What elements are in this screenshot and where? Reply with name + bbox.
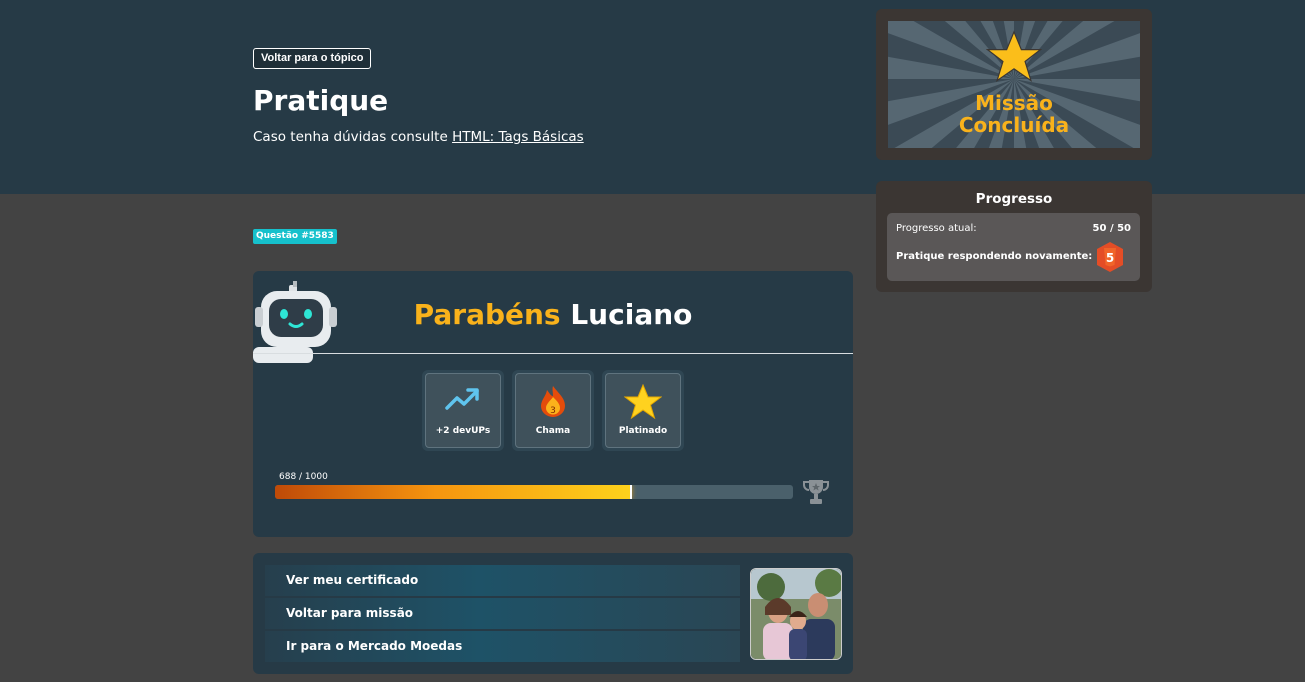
progress-box: Progresso atual: 50 / 50 Pratique respon…	[887, 213, 1140, 281]
reward-label: Chama	[535, 426, 571, 436]
question-badge: Questão #5583	[253, 229, 337, 244]
trending-up-icon	[445, 388, 479, 410]
view-certificate-link[interactable]: Ver meu certificado	[265, 565, 740, 596]
subtitle-text: Caso tenha dúvidas consulte	[253, 129, 453, 145]
back-to-topic-button[interactable]: Voltar para o tópico	[253, 48, 372, 69]
user-name: Luciano	[570, 298, 693, 331]
xp-progress-bar	[275, 485, 793, 499]
reward-chama: 3 Chama	[512, 370, 594, 451]
mission-line-1: Missão	[975, 91, 1053, 115]
mission-line-2: Concluída	[958, 113, 1070, 137]
user-photo	[750, 568, 842, 660]
divider	[253, 353, 853, 354]
progress-current-value: 50 / 50	[1092, 223, 1131, 234]
reward-label: +2 devUPs	[435, 426, 491, 436]
xp-progress-marker	[630, 485, 633, 499]
coin-market-link[interactable]: Ir para o Mercado Moedas	[265, 631, 740, 662]
congrats-title: Parabéns Luciano	[253, 298, 853, 331]
page-subtitle: Caso tenha dúvidas consulte HTML: Tags B…	[253, 129, 584, 145]
practice-again-label: Pratique respondendo novamente:	[896, 251, 1093, 262]
mission-complete-card: Missão Concluída	[876, 9, 1152, 160]
actions-card: Ver meu certificado Voltar para missão I…	[253, 553, 853, 674]
page-title: Pratique	[253, 84, 389, 117]
mission-banner: Missão Concluída	[888, 21, 1140, 148]
flame-count: 3	[550, 406, 556, 416]
mission-complete-text: Missão Concluída	[888, 92, 1140, 136]
flame-icon: 3	[541, 386, 565, 417]
trophy-icon	[801, 477, 831, 511]
html5-icon[interactable]: 5	[1095, 241, 1125, 277]
html5-digit: 5	[1106, 251, 1114, 265]
xp-text: 688 / 1000	[279, 472, 328, 482]
reward-label: Platinado	[618, 426, 668, 436]
reward-platinado: Platinado	[602, 370, 684, 451]
topic-link[interactable]: HTML: Tags Básicas	[452, 129, 584, 145]
progress-title: Progresso	[975, 191, 1053, 207]
progress-current-label: Progresso atual:	[896, 223, 977, 234]
congrats-card: Parabéns Luciano +2 devUPs 3 Chama Plati…	[253, 271, 853, 537]
mission-star-icon	[986, 30, 1042, 83]
progress-card: Progresso Progresso atual: 50 / 50 Prati…	[876, 181, 1152, 292]
back-to-mission-link[interactable]: Voltar para missão	[265, 598, 740, 629]
reward-devups: +2 devUPs	[422, 370, 504, 451]
xp-progress-fill	[275, 485, 632, 499]
greeting: Parabéns	[413, 298, 561, 331]
star-icon	[624, 384, 662, 420]
